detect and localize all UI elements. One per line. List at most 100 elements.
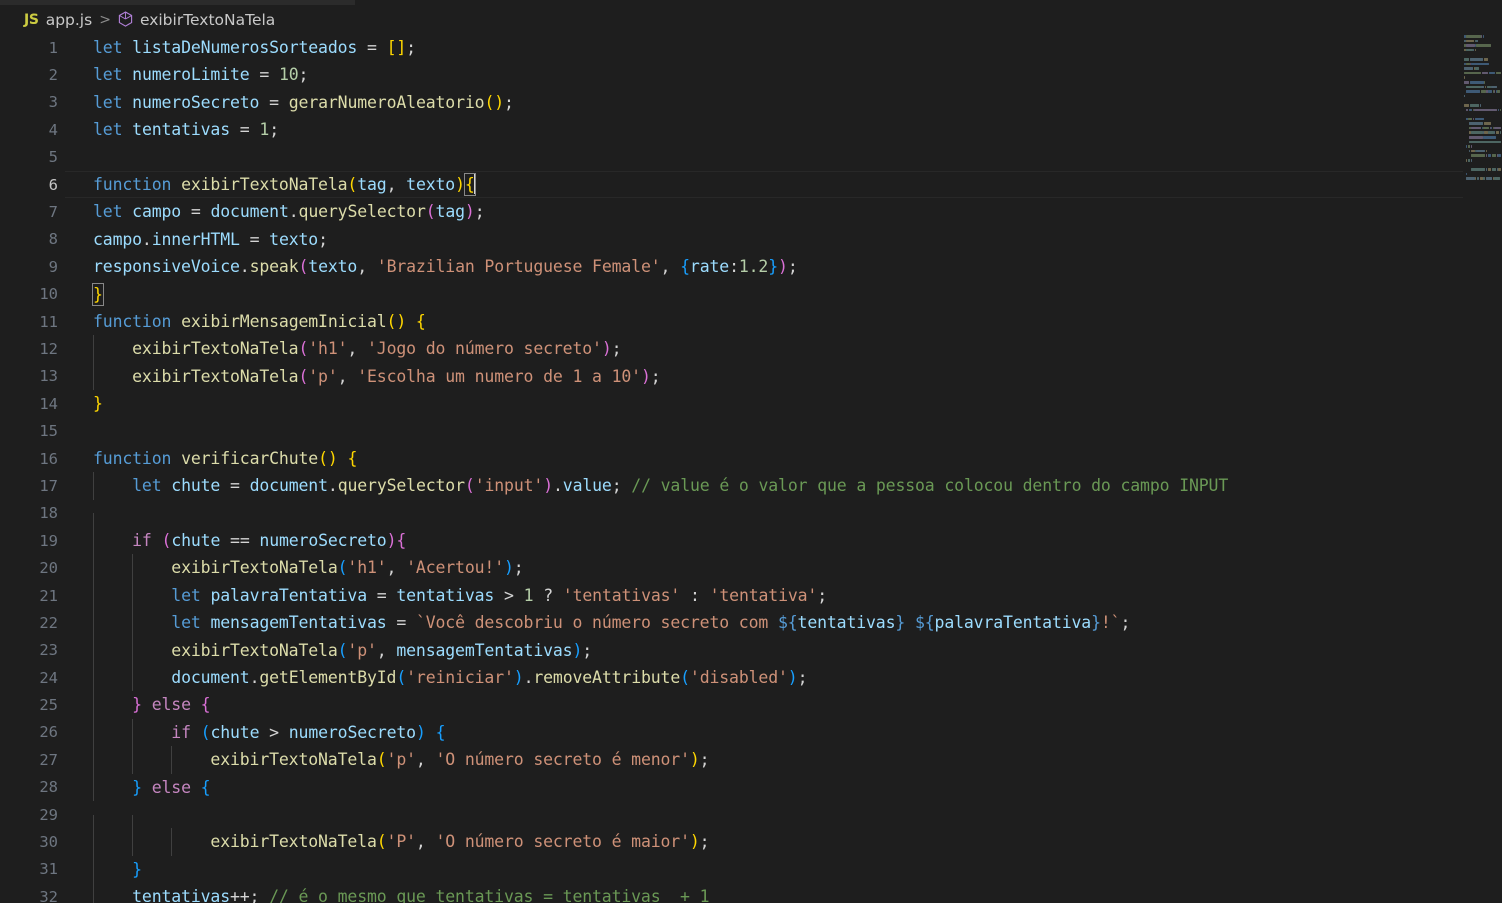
line-number: 18 [39,504,58,523]
breadcrumb-symbol-name[interactable]: exibirTextoNaTela [140,11,275,29]
breadcrumb-file-name[interactable]: app.js [46,11,93,29]
cube-icon [118,11,133,28]
line-number: 27 [39,750,58,769]
line-number: 6 [48,175,58,194]
line-content: tentativas++; // é o mesmo que tentativa… [93,883,710,903]
line-number: 12 [39,339,58,358]
code-line[interactable]: 28 } else { [0,773,1502,801]
line-number: 16 [39,449,58,468]
line-content: if (chute > numeroSecreto) { [93,718,446,747]
line-number: 7 [48,203,58,222]
code-line[interactable]: 23 exibirTextoNaTela('p', mensagemTentat… [0,636,1502,664]
breadcrumb: JS app.js > exibirTextoNaTela [0,5,1502,34]
line-number: 23 [39,641,58,660]
line-number: 31 [39,860,58,879]
code-line[interactable]: 24 document.getElementById('reiniciar').… [0,663,1502,692]
code-line[interactable]: 15 [0,417,1502,444]
code-line[interactable]: 14 } [0,390,1502,417]
code-line[interactable]: 30 exibirTextoNaTela('P', 'O número secr… [0,828,1502,856]
line-number: 11 [39,312,58,331]
line-number: 28 [39,778,58,797]
line-content: } [93,855,142,884]
line-content: document.getElementById('reiniciar').rem… [93,663,808,692]
line-content: exibirTextoNaTela('h1', 'Jogo do número … [93,335,622,363]
code-line[interactable]: 22 let mensagemTentativas = `Você descob… [0,609,1502,637]
line-content: exibirTextoNaTela('P', 'O número secreto… [93,828,710,856]
code-line[interactable]: 19 if (chute == numeroSecreto){ [0,527,1502,555]
code-line[interactable]: 5 [0,144,1502,171]
code-line[interactable]: 26 if (chute > numeroSecreto) { [0,718,1502,747]
line-number: 21 [39,586,58,605]
minimap-content [1463,34,1502,181]
code-line[interactable]: 27 exibirTextoNaTela('p', 'O número secr… [0,746,1502,774]
line-content: } else { [93,773,211,801]
code-line[interactable]: 31 } [0,855,1502,884]
line-content: campo.innerHTML = texto; [93,229,328,249]
line-number: 17 [39,476,58,495]
code-line[interactable]: 25 } else { [0,691,1502,719]
minimap-line [1463,176,1502,181]
line-content: let numeroLimite = 10; [93,65,309,85]
line-number: 13 [39,367,58,386]
line-content: } [93,394,103,414]
line-content: let tentativas = 1; [93,120,279,140]
line-content: exibirTextoNaTela('p', 'O número secreto… [93,746,710,774]
line-number: 4 [48,120,58,139]
line-content: let chute = document.querySelector('inpu… [93,472,1228,500]
code-line[interactable]: 12 exibirTextoNaTela('h1', 'Jogo do núme… [0,335,1502,363]
line-number: 25 [39,696,58,715]
line-content: function exibirMensagemInicial() { [93,311,426,331]
line-number: 24 [39,668,58,687]
line-number: 1 [48,38,58,57]
line-number: 29 [39,805,58,824]
line-number: 3 [48,93,58,112]
line-content: let listaDeNumerosSorteados = []; [93,38,416,57]
line-number: 5 [48,148,58,167]
code-editor[interactable]: 1 let listaDeNumerosSorteados = []; 2 le… [0,34,1502,903]
code-line[interactable]: 4 let tentativas = 1; [0,116,1502,143]
text-cursor [473,173,476,194]
line-content: exibirTextoNaTela('h1', 'Acertou!'); [93,554,524,582]
line-content: exibirTextoNaTela('p', mensagemTentativa… [93,636,592,664]
line-content: let campo = document.querySelector(tag); [93,202,485,222]
code-line[interactable]: 18 [0,500,1502,541]
javascript-file-icon: JS [24,11,39,28]
code-line[interactable]: 7 let campo = document.querySelector(tag… [0,198,1502,225]
line-content: let numeroSecreto = gerarNumeroAleatorio… [93,92,514,112]
code-line[interactable]: 8 campo.innerHTML = texto; [0,226,1502,253]
line-number: 22 [39,613,58,632]
minimap[interactable] [1463,34,1502,903]
code-line[interactable]: 9 responsiveVoice.speak(texto, 'Brazilia… [0,253,1502,280]
line-content: function exibirTextoNaTela(tag, texto){ [93,172,476,196]
code-line[interactable]: 21 let palavraTentativa = tentativas > 1… [0,581,1502,610]
line-content: responsiveVoice.speak(texto, 'Brazilian … [93,257,798,277]
code-line[interactable]: 2 let numeroLimite = 10; [0,61,1502,88]
line-number: 15 [39,422,58,441]
code-line[interactable]: 1 let listaDeNumerosSorteados = []; [0,34,1502,61]
chevron-right-icon: > [99,11,111,28]
code-line[interactable]: 3 let numeroSecreto = gerarNumeroAleator… [0,89,1502,116]
code-line[interactable]: 20 exibirTextoNaTela('h1', 'Acertou!'); [0,554,1502,582]
line-number: 32 [39,887,58,903]
line-number: 30 [39,833,58,852]
line-content: function verificarChute() { [93,448,358,468]
line-content: if (chute == numeroSecreto){ [93,527,406,555]
line-content: } else { [93,691,211,719]
code-lines[interactable]: 1 let listaDeNumerosSorteados = []; 2 le… [0,34,1502,903]
code-line[interactable]: 17 let chute = document.querySelector('i… [0,472,1502,500]
line-number: 14 [39,394,58,413]
code-line[interactable]: 13 exibirTextoNaTela('p', 'Escolha um nu… [0,362,1502,391]
line-number: 10 [39,285,58,304]
line-number: 26 [39,723,58,742]
line-number: 2 [48,66,58,85]
code-line-active[interactable]: 6 function exibirTextoNaTela(tag, texto)… [0,170,1502,199]
code-line[interactable]: 32 tentativas++; // é o mesmo que tentat… [0,883,1502,903]
line-number: 9 [48,257,58,276]
code-line[interactable]: 16 function verificarChute() { [0,445,1502,472]
line-content: let mensagemTentativas = `Você descobriu… [93,609,1130,637]
code-line[interactable]: 11 function exibirMensagemInicial() { [0,308,1502,335]
line-content: let palavraTentativa = tentativas > 1 ? … [93,581,827,610]
code-line[interactable]: 10 } [0,281,1502,308]
code-line[interactable]: 29 [0,801,1502,843]
line-number: 19 [39,531,58,550]
